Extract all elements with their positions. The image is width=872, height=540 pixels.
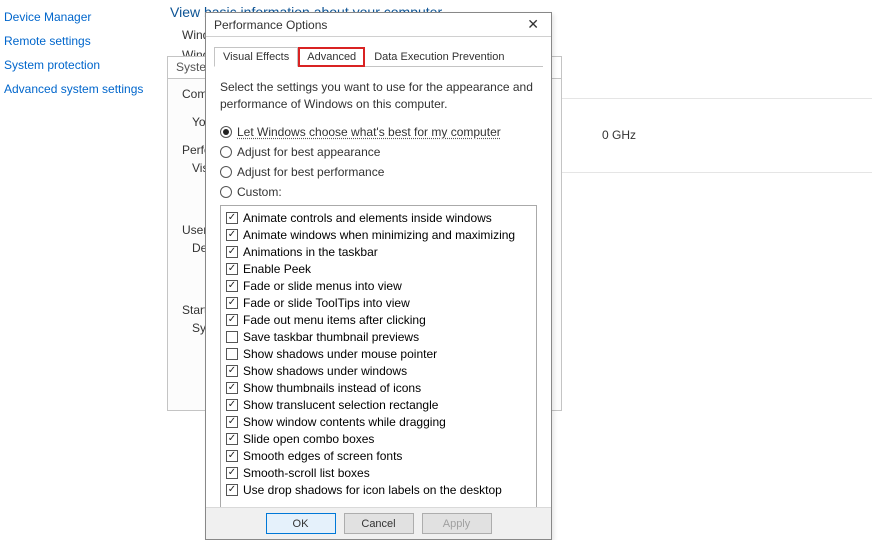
checklist-item-label: Show thumbnails instead of icons [243,380,421,397]
checklist-item[interactable]: ✓ Fade or slide ToolTips into view [226,295,531,312]
radio-label: Adjust for best appearance [237,145,380,159]
nav-advanced-system-settings[interactable]: Advanced system settings [4,82,143,96]
radio-icon [220,166,232,178]
close-button[interactable]: ✕ [523,16,543,33]
system-left-nav: Device Manager Remote settings System pr… [4,10,143,96]
checklist-item[interactable]: ✓ Fade out menu items after clicking [226,312,531,329]
checkbox-icon: ✓ [226,365,238,377]
radio-best-appearance[interactable]: Adjust for best appearance [220,145,537,159]
radio-icon [220,146,232,158]
radio-custom[interactable]: Custom: [220,185,537,199]
checklist-item[interactable]: ✓ Animate controls and elements inside wi… [226,210,531,227]
radio-label: Adjust for best performance [237,165,384,179]
tab-advanced[interactable]: Advanced [298,47,365,67]
nav-remote-settings[interactable]: Remote settings [4,34,143,48]
checklist-item-label: Fade out menu items after clicking [243,312,426,329]
checklist-item-label: Slide open combo boxes [243,431,374,448]
checkbox-icon: ✓ [226,212,238,224]
checkbox-icon: ✓ [226,280,238,292]
dialog-description: Select the settings you want to use for … [220,79,537,113]
checklist-item-label: Save taskbar thumbnail previews [243,329,419,346]
checklist-item[interactable]: ✓ Show thumbnails instead of icons [226,380,531,397]
ok-button[interactable]: OK [266,513,336,534]
checkbox-icon: ✓ [226,314,238,326]
checkbox-icon: ✓ [226,382,238,394]
checklist-item[interactable]: Save taskbar thumbnail previews [226,329,531,346]
checkbox-icon: ✓ [226,484,238,496]
checklist-item-label: Use drop shadows for icon labels on the … [243,482,502,499]
checklist-item-label: Smooth-scroll list boxes [243,465,370,482]
cpu-speed-fragment: 0 GHz [602,128,636,142]
checkbox-icon: ✓ [226,433,238,445]
radio-label: Custom: [237,185,282,199]
checklist-item-label: Animations in the taskbar [243,244,378,261]
checklist-item[interactable]: ✓ Animations in the taskbar [226,244,531,261]
checklist-item-label: Show shadows under windows [243,363,407,380]
checklist-item[interactable]: ✓ Smooth edges of screen fonts [226,448,531,465]
checklist-item-label: Show shadows under mouse pointer [243,346,437,363]
checkbox-icon [226,348,238,360]
checklist-item[interactable]: ✓ Smooth-scroll list boxes [226,465,531,482]
radio-icon [220,126,232,138]
nav-device-manager[interactable]: Device Manager [4,10,143,24]
checklist-item-label: Fade or slide menus into view [243,278,402,295]
cancel-button[interactable]: Cancel [344,513,414,534]
checkbox-icon [226,331,238,343]
radio-icon [220,186,232,198]
checklist-item[interactable]: ✓ Enable Peek [226,261,531,278]
checklist-item-label: Animate controls and elements inside win… [243,210,492,227]
checkbox-icon: ✓ [226,297,238,309]
apply-button[interactable]: Apply [422,513,492,534]
checkbox-icon: ✓ [226,450,238,462]
performance-options-dialog: Performance Options ✕ Visual Effects Adv… [205,12,552,540]
tab-visual-effects[interactable]: Visual Effects [214,47,298,67]
dialog-button-row: OK Cancel Apply [206,507,551,539]
checklist-item-label: Animate windows when minimizing and maxi… [243,227,515,244]
radio-label: Let Windows choose what's best for my co… [237,125,501,139]
checkbox-icon: ✓ [226,399,238,411]
checkbox-icon: ✓ [226,416,238,428]
radio-best-performance[interactable]: Adjust for best performance [220,165,537,179]
checklist-item-label: Show window contents while dragging [243,414,446,431]
dialog-title: Performance Options [214,18,327,32]
visual-effects-checklist[interactable]: ✓ Animate controls and elements inside wi… [220,205,537,511]
tab-data-execution-prevention[interactable]: Data Execution Prevention [365,47,513,67]
checklist-item[interactable]: ✓ Show translucent selection rectangle [226,397,531,414]
checklist-item[interactable]: ✓ Fade or slide menus into view [226,278,531,295]
checklist-item-label: Fade or slide ToolTips into view [243,295,410,312]
checkbox-icon: ✓ [226,263,238,275]
checkbox-icon: ✓ [226,229,238,241]
checklist-item[interactable]: ✓ Show shadows under windows [226,363,531,380]
checklist-item[interactable]: Show shadows under mouse pointer [226,346,531,363]
checkbox-icon: ✓ [226,246,238,258]
nav-system-protection[interactable]: System protection [4,58,143,72]
radio-let-windows-choose[interactable]: Let Windows choose what's best for my co… [220,125,537,139]
checklist-item-label: Enable Peek [243,261,311,278]
dialog-titlebar: Performance Options ✕ [206,13,551,37]
checklist-item-label: Show translucent selection rectangle [243,397,438,414]
checklist-item-label: Smooth edges of screen fonts [243,448,402,465]
checklist-item[interactable]: ✓ Animate windows when minimizing and max… [226,227,531,244]
checklist-item[interactable]: ✓ Slide open combo boxes [226,431,531,448]
checklist-item[interactable]: ✓ Use drop shadows for icon labels on the… [226,482,531,499]
tabs-row: Visual Effects Advanced Data Execution P… [214,45,543,67]
checklist-item[interactable]: ✓ Show window contents while dragging [226,414,531,431]
checkbox-icon: ✓ [226,467,238,479]
